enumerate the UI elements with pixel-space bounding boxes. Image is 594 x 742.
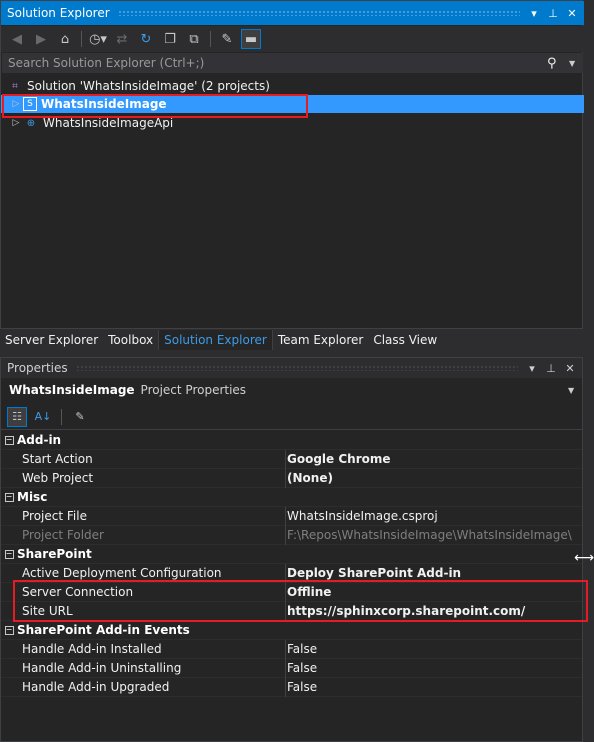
property-name: Handle Add-in Upgraded	[1, 677, 286, 697]
category-row[interactable]: − Add-in	[1, 431, 582, 450]
back-icon[interactable]: ◀	[7, 29, 27, 49]
property-name: Handle Add-in Installed	[1, 639, 286, 659]
tree-item-solution[interactable]: ⌗ Solution 'WhatsInsideImage' (2 project…	[1, 77, 584, 95]
close-icon[interactable]: ✕	[564, 362, 576, 375]
resize-cursor-icon: ⟷	[574, 550, 594, 566]
property-value: F:\Repos\WhatsInsideImage\WhatsInsideIma…	[287, 527, 572, 542]
sync-with-document-icon[interactable]: ⇄	[112, 29, 132, 49]
search-options-dropdown-icon[interactable]: ▼	[569, 59, 583, 68]
property-value[interactable]: Google Chrome	[286, 450, 582, 469]
tab-class-view[interactable]: Class View	[368, 330, 442, 350]
property-row[interactable]: Project Folder F:\Repos\WhatsInsideImage…	[1, 525, 582, 545]
category-row[interactable]: − Misc	[1, 488, 582, 507]
solution-explorer-toolbar: ◀ ▶ ⌂ ◷▾ ⇄ ↻ ❐ ⧉ ✎ ▬	[1, 26, 584, 52]
toolbar-separator	[210, 31, 211, 47]
collapse-icon[interactable]: −	[1, 545, 17, 564]
pending-changes-filter-icon[interactable]: ◷▾	[88, 29, 108, 49]
window-position-dropdown-icon[interactable]: ▾	[526, 362, 538, 375]
property-value[interactable]: (None)	[286, 469, 582, 488]
category-label: SharePoint	[17, 547, 92, 561]
web-project-icon: ⊕	[26, 117, 36, 129]
property-value[interactable]: False	[286, 678, 582, 697]
highlight-box-sharepoint-settings	[13, 580, 588, 622]
collapse-all-icon[interactable]: ❐	[160, 29, 180, 49]
solution-explorer-title: Solution Explorer	[7, 6, 110, 20]
collapse-icon[interactable]: −	[1, 488, 17, 507]
property-row[interactable]: Project File WhatsInsideImage.csproj	[1, 506, 582, 526]
category-row[interactable]: − SharePoint	[1, 545, 582, 564]
title-grip[interactable]	[117, 10, 520, 16]
property-name: Handle Add-in Uninstalling	[1, 658, 286, 678]
categorized-icon[interactable]: ☷	[7, 406, 27, 427]
object-selector[interactable]: WhatsInsideImage Project Properties ▼	[1, 379, 582, 401]
title-grip[interactable]	[75, 365, 518, 371]
tree-item-label: Solution 'WhatsInsideImage' (2 projects)	[27, 79, 270, 93]
object-type: Project Properties	[140, 383, 247, 397]
property-pages-wrench-icon[interactable]: ✎	[70, 407, 90, 427]
toolbar-separator	[81, 31, 82, 47]
category-label: Misc	[17, 490, 48, 504]
properties-wrench-icon[interactable]: ✎	[217, 29, 237, 49]
tree-item-label: WhatsInsideImageApi	[43, 116, 174, 130]
home-icon[interactable]: ⌂	[55, 29, 75, 49]
tab-server-explorer[interactable]: Server Explorer	[0, 330, 103, 350]
forward-icon[interactable]: ▶	[31, 29, 51, 49]
property-value[interactable]: False	[286, 640, 582, 659]
object-name: WhatsInsideImage	[9, 383, 135, 397]
pin-icon[interactable]: ⊥	[545, 362, 557, 375]
toolbar-separator	[61, 408, 62, 425]
tab-toolbox[interactable]: Toolbox	[103, 330, 158, 350]
category-label: SharePoint Add-in Events	[17, 623, 190, 637]
solution-explorer-panel: Solution Explorer ▾ ⊥ ✕ ◀ ▶ ⌂ ◷▾ ⇄ ↻ ❐ ⧉…	[0, 0, 584, 329]
tab-team-explorer[interactable]: Team Explorer	[273, 330, 369, 350]
tab-solution-explorer[interactable]: Solution Explorer	[158, 330, 273, 350]
property-name: Web Project	[1, 468, 286, 488]
search-icon[interactable]: ⚲	[547, 56, 569, 71]
search-input[interactable]: Search Solution Explorer (Ctrl+;)	[8, 56, 547, 70]
selection-highlight-box	[2, 94, 308, 118]
show-all-files-icon[interactable]: ⧉	[184, 29, 204, 49]
refresh-icon[interactable]: ↻	[136, 29, 156, 49]
property-name: Start Action	[1, 449, 286, 469]
property-value[interactable]: WhatsInsideImage.csproj	[286, 507, 582, 526]
expand-arrow-icon[interactable]: ▷	[9, 118, 23, 128]
property-row[interactable]: Handle Add-in Upgraded False	[1, 677, 582, 697]
property-value[interactable]: False	[286, 659, 582, 678]
property-name: Project Folder	[1, 525, 286, 545]
solution-icon: ⌗	[12, 80, 18, 92]
close-icon[interactable]: ✕	[566, 7, 578, 20]
collapse-icon[interactable]: −	[1, 621, 17, 640]
alphabetical-icon[interactable]: A↓	[33, 407, 53, 427]
properties-toolbar: ☷ A↓ ✎	[1, 404, 582, 430]
property-row[interactable]: Web Project (None)	[1, 468, 582, 488]
property-row[interactable]: Start Action Google Chrome	[1, 449, 582, 469]
pin-icon[interactable]: ⊥	[547, 7, 559, 20]
collapse-icon[interactable]: −	[1, 431, 17, 450]
preview-selected-items-icon[interactable]: ▬	[241, 29, 261, 49]
properties-panel: Properties ▾ ⊥ ✕ WhatsInsideImage Projec…	[0, 357, 583, 742]
category-label: Add-in	[17, 433, 62, 447]
property-name: Project File	[1, 506, 286, 526]
window-position-dropdown-icon[interactable]: ▾	[528, 7, 540, 20]
tool-window-tabs: Server Explorer Toolbox Solution Explore…	[0, 330, 594, 350]
chevron-down-icon[interactable]: ▼	[568, 386, 582, 395]
search-box[interactable]: Search Solution Explorer (Ctrl+;) ⚲ ▼	[2, 53, 583, 73]
category-row[interactable]: − SharePoint Add-in Events	[1, 621, 582, 640]
property-grid: − Add-in Start Action Google Chrome Web …	[1, 431, 582, 697]
properties-title-bar[interactable]: Properties ▾ ⊥ ✕	[1, 358, 582, 378]
solution-explorer-title-bar[interactable]: Solution Explorer ▾ ⊥ ✕	[1, 1, 584, 25]
properties-title: Properties	[7, 361, 68, 375]
property-row[interactable]: Handle Add-in Uninstalling False	[1, 658, 582, 678]
property-row[interactable]: Handle Add-in Installed False	[1, 639, 582, 659]
